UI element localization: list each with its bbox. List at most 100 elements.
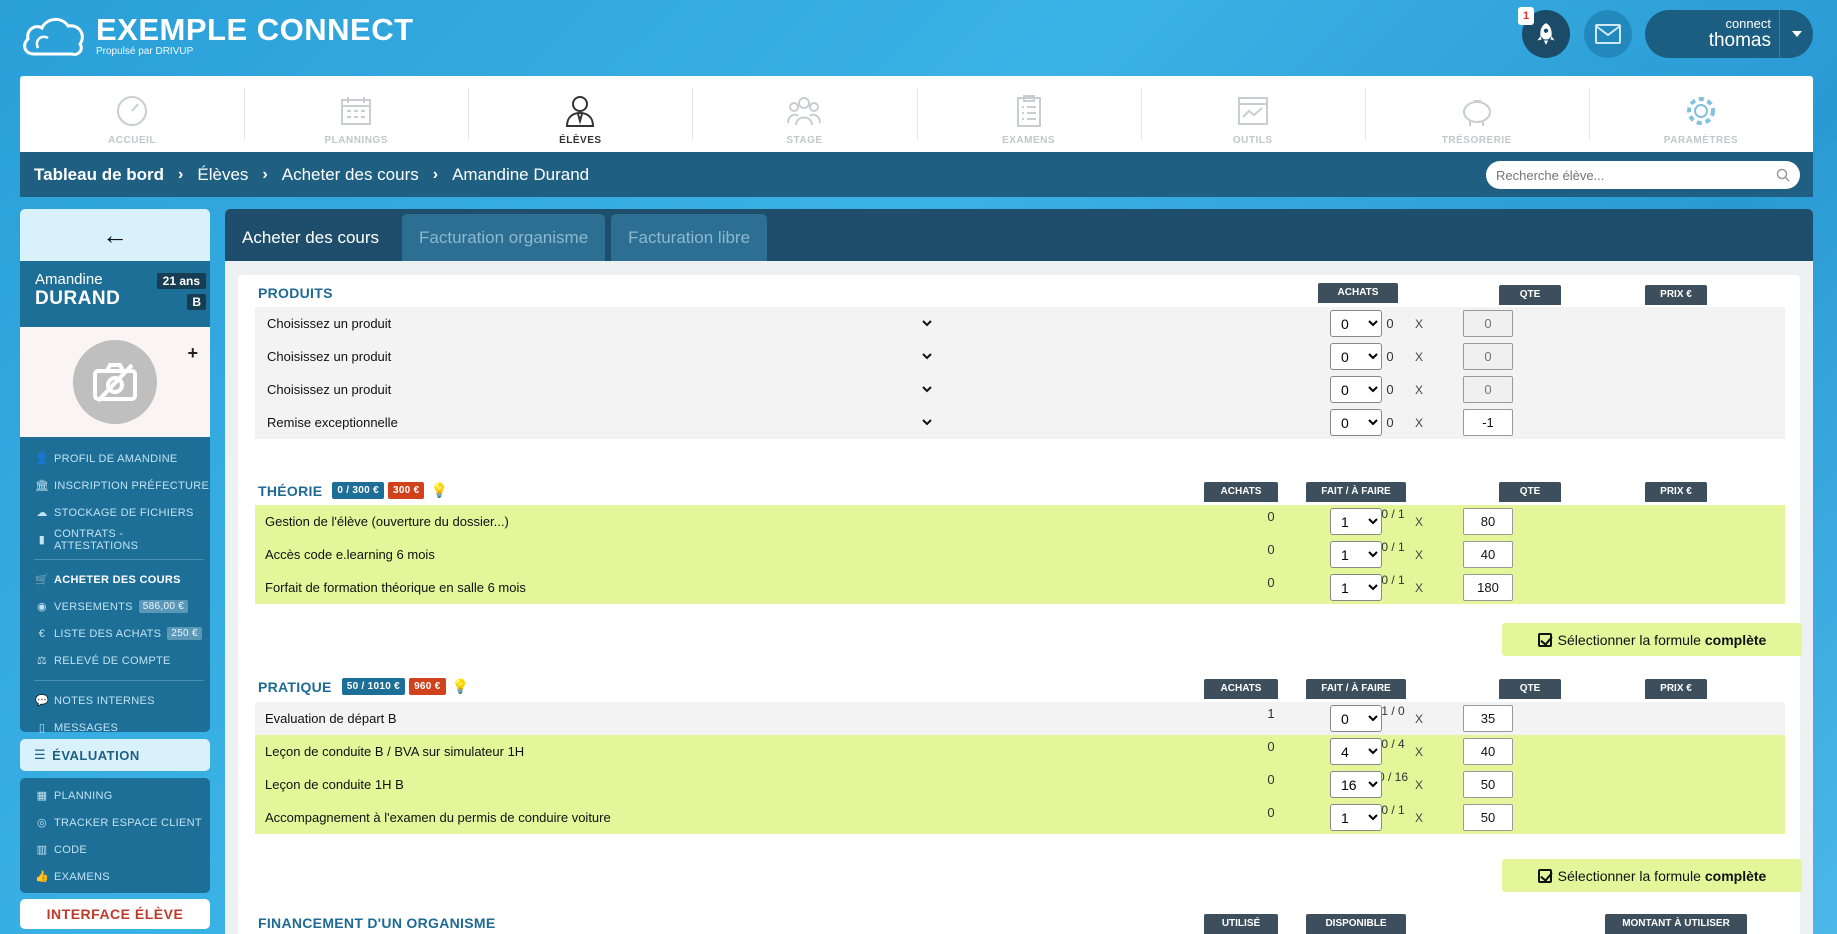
mobile-icon: ▯ (38, 722, 46, 734)
breadcrumb-item[interactable]: Acheter des cours (282, 165, 419, 185)
price-input[interactable] (1463, 541, 1513, 568)
sidebar-item-code[interactable]: ▥ CODE (20, 836, 210, 863)
sidebar-item-tracker[interactable]: ◎ TRACKER ESPACE CLIENT (20, 809, 210, 836)
main-nav: ACCUEIL PLANNINGS ÉLÈVES STAGE EXAMENS O… (20, 76, 1813, 152)
sidebar-item-releve[interactable]: ⚖ RELEVÉ DE COMPTE (20, 647, 210, 674)
nav-outils[interactable]: OUTILS (1140, 76, 1365, 152)
select-formula-pratique-button[interactable]: Sélectionner la formule complète (1502, 859, 1802, 892)
section-heading: FINANCEMENT D'UN ORGANISME (258, 915, 496, 931)
purchase-form: PRODUITS ACHATS QTE PRIX € Choisissez un… (238, 275, 1802, 934)
tab-acheter-cours[interactable]: Acheter des cours (225, 214, 397, 261)
user-menu[interactable]: connect thomas (1645, 10, 1813, 58)
user-menu-toggle[interactable] (1779, 10, 1813, 58)
sidebar-item-notes[interactable]: 💬 NOTES INTERNES (20, 687, 210, 714)
sidebar-item-contrats[interactable]: ▮ CONTRATS - ATTESTATIONS (20, 526, 210, 553)
col-prix: PRIX € (1645, 679, 1707, 699)
formula-label: Sélectionner la formule (1557, 867, 1701, 884)
avatar[interactable] (73, 340, 157, 424)
app-subtitle: Propulsé par DRIVUP (96, 46, 194, 57)
sidebar-item-examens[interactable]: 👍 EXAMENS (20, 863, 210, 890)
breadcrumb-item[interactable]: Élèves (197, 165, 248, 185)
times-symbol: X (1415, 547, 1424, 562)
add-photo-button[interactable]: + (187, 343, 198, 364)
quantity-select[interactable]: 1 (1330, 804, 1382, 831)
search-icon[interactable] (1776, 168, 1790, 182)
price-input[interactable] (1463, 409, 1513, 436)
sidebar-item-messages[interactable]: ▯ MESSAGES (20, 714, 210, 741)
product-select[interactable]: Choisissez un produit (255, 342, 935, 370)
formula-label: Sélectionner la formule (1557, 631, 1701, 648)
product-select[interactable]: Choisissez un produit (255, 309, 935, 337)
group-icon (787, 97, 822, 126)
chevron-right-icon: › (178, 165, 184, 183)
cloud-logo-icon (23, 18, 84, 56)
table-row: Choisissez un produit 0 0 X (255, 340, 1785, 373)
price-input[interactable] (1463, 376, 1513, 403)
app-logo[interactable]: EXEMPLE CONNECT Propulsé par DRIVUP (20, 12, 414, 60)
user-connect-label: connect (1725, 16, 1771, 31)
price-input[interactable] (1463, 508, 1513, 535)
sidebar-item-profil[interactable]: 👤 PROFIL DE AMANDINE (20, 445, 210, 472)
nav-plannings[interactable]: PLANNINGS (244, 76, 468, 152)
breadcrumb-item[interactable]: Tableau de bord (34, 165, 164, 185)
achats-value: 0 (1267, 542, 1275, 557)
sidebar-item-achats[interactable]: € LISTE DES ACHATS 250 € (20, 620, 210, 647)
times-symbol: X (1415, 349, 1424, 364)
price-input[interactable] (1463, 738, 1513, 765)
lightbulb-icon[interactable]: 💡 (430, 482, 448, 499)
col-utilise: UTILISÉ (1204, 914, 1278, 934)
arrow-left-icon: ← (102, 219, 128, 250)
theorie-total-badge: 300 € (387, 482, 425, 499)
sidebar-item-inscription[interactable]: 🏛 INSCRIPTION PRÉFECTURE (20, 472, 210, 499)
times-symbol: X (1415, 415, 1424, 430)
nav-tresorerie[interactable]: TRÉSORERIE (1364, 76, 1589, 152)
nav-eleves[interactable]: ÉLÈVES (468, 76, 692, 152)
student-photo-area: + (20, 327, 210, 437)
quantity-select[interactable]: 16 (1330, 771, 1382, 798)
quantity-select[interactable]: 1 (1330, 541, 1382, 568)
evaluation-button[interactable]: ☰ ÉVALUATION (20, 739, 210, 771)
price-input[interactable] (1463, 574, 1513, 601)
quantity-select[interactable]: 1 (1330, 508, 1382, 535)
nav-label: ACCUEIL (108, 135, 157, 146)
price-input[interactable] (1463, 343, 1513, 370)
quantity-select[interactable]: 0 (1330, 409, 1382, 436)
sidebar-item-versements[interactable]: ◉ VERSEMENTS 586,00 € (20, 593, 210, 620)
times-symbol: X (1415, 382, 1424, 397)
mail-button[interactable] (1584, 10, 1632, 58)
nav-examens[interactable]: EXAMENS (916, 76, 1141, 152)
price-input[interactable] (1463, 705, 1513, 732)
tab-facturation-libre[interactable]: Facturation libre (611, 214, 768, 261)
sidebar-item-acheter[interactable]: 🛒 ACHETER DES COURS (20, 566, 210, 593)
price-input[interactable] (1463, 310, 1513, 337)
sidebar-item-planning[interactable]: ▦ PLANNING (20, 782, 210, 809)
bank-icon: 🏛 (34, 480, 50, 492)
nav-label: TRÉSORERIE (1441, 135, 1512, 146)
back-button[interactable]: ← (20, 209, 210, 261)
nav-parametres[interactable]: PARAMÈTRES (1588, 76, 1813, 152)
quantity-select[interactable]: 0 (1330, 343, 1382, 370)
tab-facturation-organisme[interactable]: Facturation organisme (402, 214, 606, 261)
sidebar-item-stockage[interactable]: ☁ STOCKAGE DE FICHIERS (20, 499, 210, 526)
calendar-icon (341, 97, 372, 125)
search-input[interactable] (1496, 167, 1776, 183)
select-formula-theorie-button[interactable]: Sélectionner la formule complète (1502, 623, 1802, 656)
lightbulb-icon[interactable]: 💡 (452, 678, 470, 695)
price-input[interactable] (1463, 804, 1513, 831)
product-select[interactable]: Choisissez un produit (255, 375, 935, 403)
quantity-select[interactable]: 0 (1330, 310, 1382, 337)
quantity-select[interactable]: 1 (1330, 574, 1382, 601)
sidebar-item-label: CONTRATS - ATTESTATIONS (53, 527, 139, 552)
nav-stage[interactable]: STAGE (692, 76, 916, 152)
cart-icon: 🛒 (35, 574, 49, 586)
table-row: Gestion de l'élève (ouverture du dossier… (255, 505, 1785, 538)
quantity-select[interactable]: 0 (1330, 705, 1382, 732)
product-select[interactable]: Remise exceptionnelle (255, 408, 935, 436)
nav-accueil[interactable]: ACCUEIL (20, 76, 244, 152)
price-input[interactable] (1463, 771, 1513, 798)
quantity-select[interactable]: 4 (1330, 738, 1382, 765)
quantity-select[interactable]: 0 (1330, 376, 1382, 403)
col-fait: FAIT / À FAIRE (1306, 482, 1406, 502)
interface-eleve-button[interactable]: INTERFACE ÉLÈVE (20, 899, 210, 929)
list-icon: ☰ (34, 747, 47, 762)
